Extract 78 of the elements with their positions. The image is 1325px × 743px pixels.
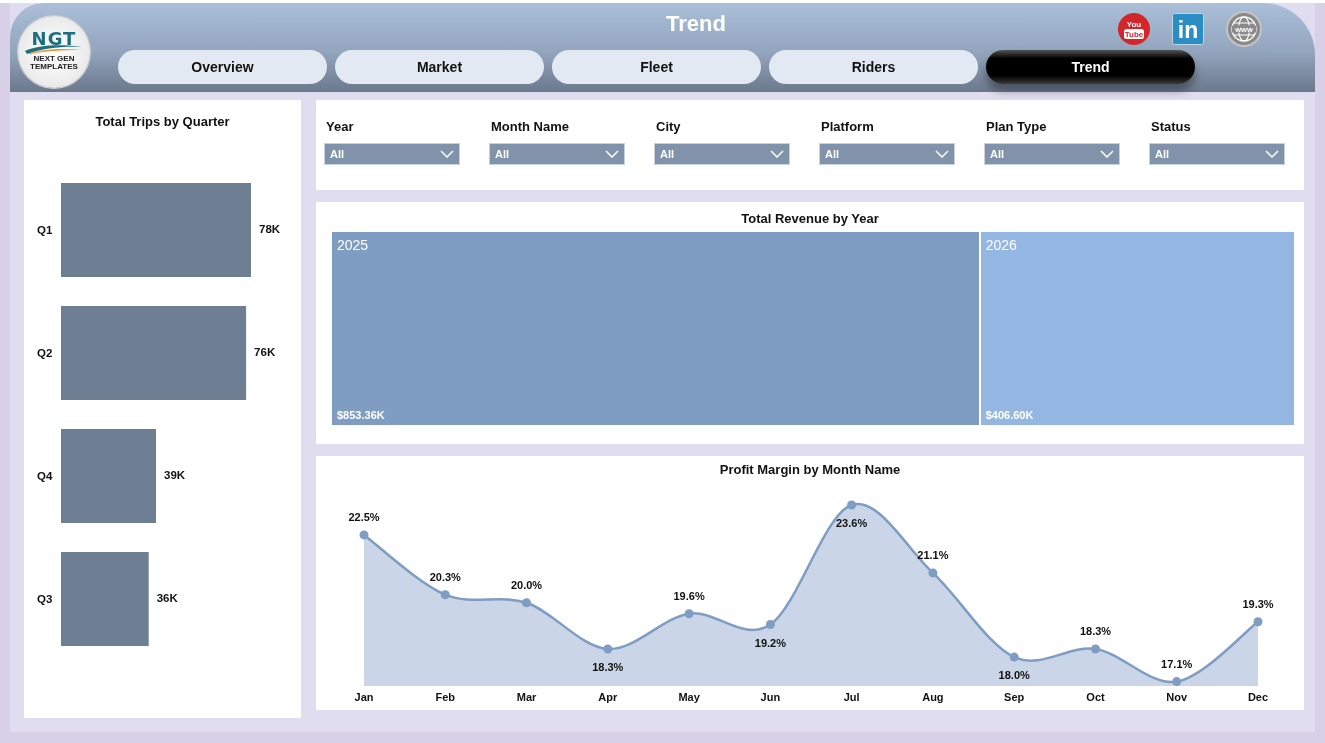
data-label: 20.3%	[429, 570, 461, 583]
axis-label: Jun	[760, 691, 781, 703]
data-label: 78K	[259, 223, 281, 235]
axis-label: Nov	[1166, 691, 1188, 703]
data-point	[359, 530, 369, 540]
chart-title: Total Trips by Quarter	[94, 113, 231, 131]
axis-label: Jan	[354, 691, 374, 703]
chevron-down-icon	[605, 150, 619, 158]
chart-title: Profit Margin by Month Name	[718, 461, 902, 479]
data-point	[522, 598, 531, 608]
filter-label: Platform	[821, 118, 875, 135]
data-label: 18.3%	[592, 661, 624, 673]
nav-tab[interactable]: Riders	[769, 50, 978, 84]
tile-label: 2025	[337, 236, 369, 254]
data-label: 18.3%	[1079, 625, 1112, 637]
filter-label: Plan Type	[986, 118, 1048, 135]
dropdown[interactable]: All	[819, 143, 955, 165]
filter-label: City	[656, 118, 682, 135]
data-point	[1172, 677, 1182, 687]
chevron-down-icon	[440, 150, 454, 158]
data-label: 19.2%	[754, 636, 786, 649]
data-point	[765, 620, 775, 629]
axis-label: Jul	[843, 691, 860, 703]
profile-link[interactable]: in	[1172, 13, 1204, 45]
nav-tab[interactable]: Market	[335, 50, 544, 84]
data-label: 23.6%	[836, 517, 868, 529]
chart-title: Total Revenue by Year	[740, 210, 880, 228]
data-label: 19.6%	[673, 589, 705, 602]
data-label: 39K	[164, 469, 186, 481]
filter-label: Year	[326, 118, 355, 135]
data-point	[847, 500, 857, 510]
axis-label: Aug	[922, 691, 944, 703]
chevron-down-icon	[935, 150, 949, 158]
axis-label: Apr	[598, 691, 618, 703]
nav-tab[interactable]: Overview	[118, 50, 327, 84]
data-point	[1009, 652, 1019, 662]
data-label: 22.5%	[348, 510, 380, 523]
chevron-down-icon	[770, 150, 784, 158]
data-label: 20.0%	[510, 578, 543, 591]
axis-label: May	[678, 691, 700, 703]
axis-label: Dec	[1247, 691, 1269, 703]
data-point	[1253, 617, 1263, 627]
video-channel-link[interactable]: You Tube	[1118, 13, 1150, 45]
dropdown[interactable]: All	[1149, 143, 1285, 165]
data-point	[603, 644, 613, 654]
data-point	[684, 609, 694, 619]
axis-label: Mar	[516, 691, 537, 703]
filter-label: Status	[1151, 118, 1192, 135]
axis-label: Q3	[37, 593, 53, 605]
data-label: 18.0%	[998, 669, 1030, 682]
dropdown[interactable]: All	[984, 143, 1120, 165]
chevron-down-icon	[1100, 150, 1114, 158]
tile-value: $853.36K	[337, 408, 385, 422]
axis-label: Sep	[1004, 691, 1025, 703]
data-label: 21.1%	[917, 548, 949, 561]
dropdown[interactable]: All	[654, 143, 790, 165]
dropdown[interactable]: All	[489, 143, 625, 165]
tile-label: 2026	[985, 236, 1017, 254]
data-label: 76K	[254, 346, 276, 358]
data-label: 19.3%	[1242, 597, 1274, 610]
nav-tab[interactable]: Fleet	[552, 50, 761, 84]
data-point	[928, 568, 938, 578]
chevron-down-icon	[1265, 150, 1279, 158]
data-point	[1091, 644, 1100, 654]
axis-label: Q1	[37, 224, 53, 236]
data-point	[440, 590, 450, 600]
brand-logo: NGT NEXT GEN TEMPLATES	[18, 16, 90, 88]
axis-label: Q2	[37, 347, 53, 359]
axis-label: Feb	[435, 691, 456, 703]
dropdown[interactable]: All	[324, 143, 460, 165]
filter-label: Month Name	[491, 118, 570, 135]
data-label: 36K	[156, 592, 178, 604]
page-title: Trend	[666, 10, 726, 38]
axis-label: Oct	[1086, 691, 1105, 703]
tile-value: $406.60K	[985, 408, 1034, 422]
data-label: 17.1%	[1161, 657, 1193, 670]
axis-label: Q4	[37, 470, 53, 482]
nav-tab[interactable]: Trend	[986, 50, 1195, 84]
